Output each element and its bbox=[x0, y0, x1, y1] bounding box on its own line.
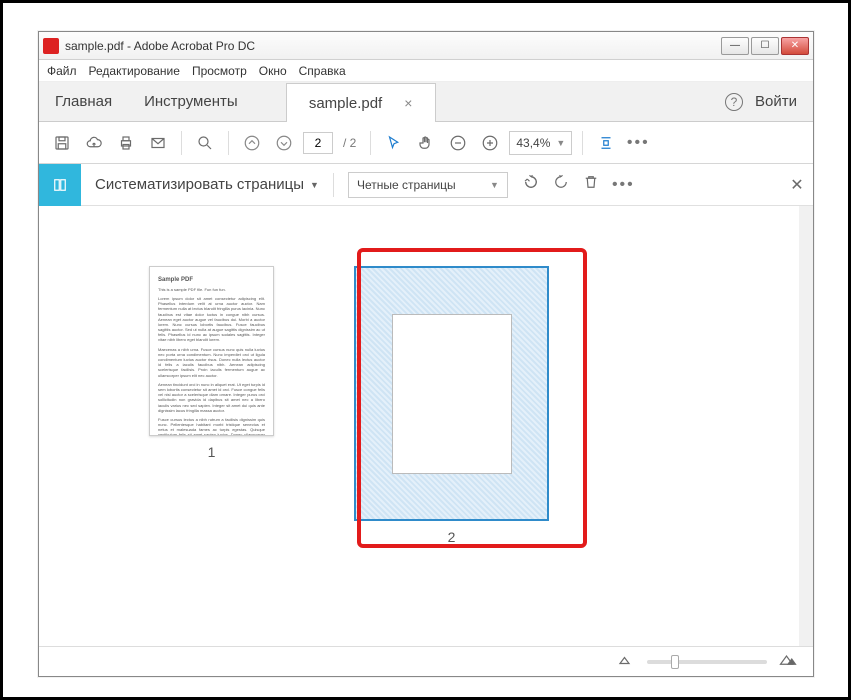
page-down-icon[interactable] bbox=[271, 130, 297, 156]
mail-icon[interactable] bbox=[145, 130, 171, 156]
slider-knob[interactable] bbox=[671, 655, 679, 669]
app-icon bbox=[43, 38, 59, 54]
menu-help[interactable]: Справка bbox=[299, 64, 346, 78]
tab-document[interactable]: sample.pdf × bbox=[286, 83, 436, 122]
organize-bar: Систематизировать страницы ▼ Четные стра… bbox=[39, 164, 813, 206]
hand-tool-icon[interactable] bbox=[413, 130, 439, 156]
menu-file[interactable]: Файл bbox=[47, 64, 77, 78]
print-icon[interactable] bbox=[113, 130, 139, 156]
tabbar: Главная Инструменты sample.pdf × ? Войти bbox=[39, 82, 813, 122]
page-total-label: / 2 bbox=[343, 136, 356, 150]
page-1-preview: Sample PDF This is a sample PDF file. Fu… bbox=[149, 266, 274, 436]
cursor-tool-icon[interactable] bbox=[381, 130, 407, 156]
menu-window[interactable]: Окно bbox=[259, 64, 287, 78]
page-filter-value: Четные страницы bbox=[357, 178, 456, 192]
zoom-value-label: 43,4% bbox=[516, 136, 550, 150]
organize-pages-dropdown[interactable]: Систематизировать страницы ▼ bbox=[81, 176, 333, 193]
page-number-input[interactable] bbox=[303, 132, 333, 154]
fit-width-icon[interactable] bbox=[593, 130, 619, 156]
close-window-button[interactable]: ✕ bbox=[781, 37, 809, 55]
page-thumbnail-1[interactable]: Sample PDF This is a sample PDF file. Fu… bbox=[149, 266, 274, 460]
search-icon[interactable] bbox=[192, 130, 218, 156]
chevron-down-icon: ▼ bbox=[310, 180, 319, 190]
cloud-upload-icon[interactable] bbox=[81, 130, 107, 156]
page-up-icon[interactable] bbox=[239, 130, 265, 156]
login-button[interactable]: Войти bbox=[755, 93, 797, 110]
page-filter-select[interactable]: Четные страницы ▼ bbox=[348, 172, 508, 198]
more-toolbar-icon[interactable]: ••• bbox=[625, 130, 651, 156]
menu-view[interactable]: Просмотр bbox=[192, 64, 247, 78]
thumbnail-large-icon[interactable] bbox=[779, 650, 797, 673]
zoom-in-icon[interactable] bbox=[477, 130, 503, 156]
zoom-out-icon[interactable] bbox=[445, 130, 471, 156]
page-1-number: 1 bbox=[208, 444, 216, 460]
page-2-preview bbox=[392, 314, 512, 474]
page-2-number: 2 bbox=[448, 529, 456, 545]
tab-home[interactable]: Главная bbox=[39, 82, 128, 121]
main-toolbar: / 2 43,4% ▼ ••• bbox=[39, 122, 813, 164]
menu-edit[interactable]: Редактирование bbox=[89, 64, 180, 78]
page-thumbnail-2[interactable]: 2 bbox=[354, 266, 549, 545]
chevron-down-icon: ▼ bbox=[556, 138, 565, 148]
rotate-cw-icon[interactable] bbox=[552, 173, 570, 196]
minimize-button[interactable]: — bbox=[721, 37, 749, 55]
maximize-button[interactable]: ☐ bbox=[751, 37, 779, 55]
page-2-selection bbox=[354, 266, 549, 521]
menubar: Файл Редактирование Просмотр Окно Справк… bbox=[39, 60, 813, 82]
zoom-select[interactable]: 43,4% ▼ bbox=[509, 131, 572, 155]
trash-icon[interactable] bbox=[582, 173, 600, 196]
save-icon[interactable] bbox=[49, 130, 75, 156]
organize-pages-icon bbox=[39, 164, 81, 206]
chevron-down-icon: ▼ bbox=[490, 180, 499, 190]
thumbnail-small-icon[interactable] bbox=[617, 650, 635, 673]
help-icon[interactable]: ? bbox=[725, 93, 743, 111]
tab-tools[interactable]: Инструменты bbox=[128, 82, 254, 121]
tab-document-label: sample.pdf bbox=[309, 95, 382, 112]
statusbar bbox=[39, 646, 813, 676]
tab-close-icon[interactable]: × bbox=[404, 95, 412, 111]
thumbnail-size-slider[interactable] bbox=[647, 660, 767, 664]
page-thumbnails-area[interactable]: Sample PDF This is a sample PDF file. Fu… bbox=[39, 206, 813, 646]
close-panel-icon[interactable]: ✕ bbox=[781, 175, 813, 195]
rotate-ccw-icon[interactable] bbox=[522, 173, 540, 196]
more-organize-icon[interactable]: ••• bbox=[612, 176, 635, 194]
app-window: sample.pdf - Adobe Acrobat Pro DC — ☐ ✕ … bbox=[38, 31, 814, 677]
window-title: sample.pdf - Adobe Acrobat Pro DC bbox=[65, 39, 721, 53]
titlebar: sample.pdf - Adobe Acrobat Pro DC — ☐ ✕ bbox=[39, 32, 813, 60]
